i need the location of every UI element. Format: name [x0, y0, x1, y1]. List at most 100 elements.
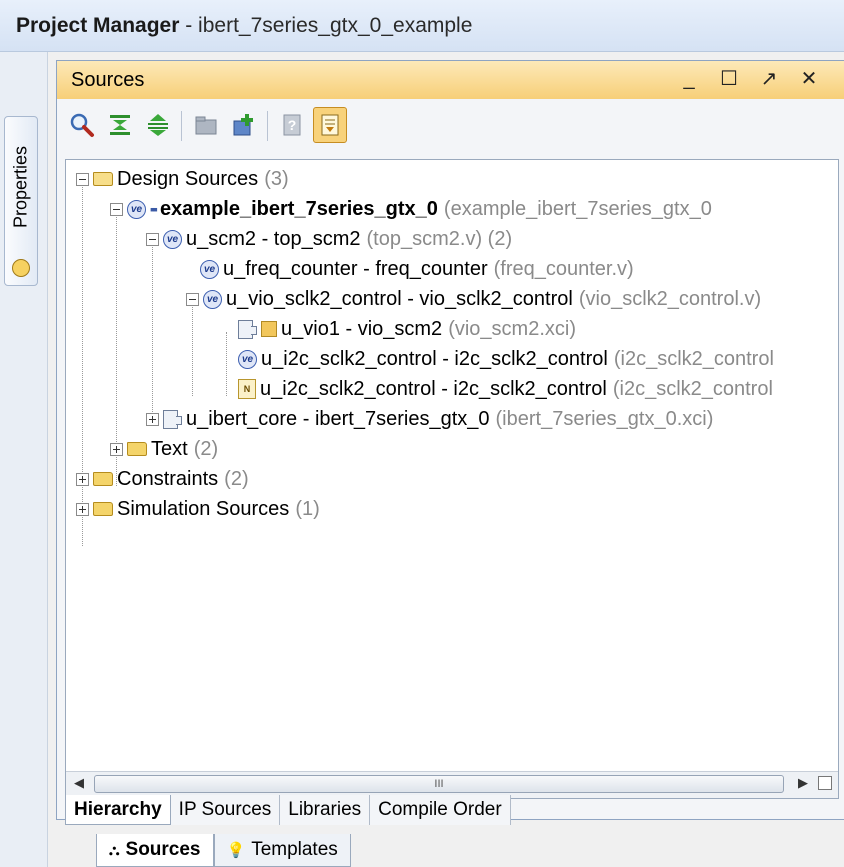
tree-row-label: u_i2c_sclk2_control - i2c_sclk2_control	[261, 347, 608, 370]
tab-hierarchy[interactable]: Hierarchy	[65, 795, 171, 825]
verilog-module-icon: ve	[200, 259, 219, 279]
scrollbar-thumb[interactable]: III	[94, 775, 784, 793]
top-module-icon: ▪▪	[150, 201, 158, 217]
ip-core-icon	[163, 409, 182, 429]
tab-ip-sources[interactable]: IP Sources	[170, 795, 281, 825]
left-side-strip: Properties	[0, 52, 48, 867]
tree-row-meta: (vio_sclk2_control.v)	[578, 287, 762, 310]
tree-row-meta: (ibert_7series_gtx_0.xci)	[495, 407, 714, 430]
window-title-bar: Project Manager - ibert_7series_gtx_0_ex…	[0, 0, 844, 52]
tree-row-label: u_vio_sclk2_control - vio_sclk2_control	[226, 287, 573, 310]
tree-row-u-freq-counter[interactable]: ve u_freq_counter - freq_counter (freq_c…	[200, 254, 634, 284]
scroll-left-arrow-icon[interactable]: ◀	[74, 775, 84, 791]
expand-toggle[interactable]	[110, 442, 123, 456]
folder-icon	[93, 472, 113, 486]
project-name: - ibert_7series_gtx_0_example	[179, 14, 473, 37]
scroll-right-arrow-icon[interactable]: ▶	[798, 775, 808, 791]
sources-tree[interactable]: Design Sources (3) ve ▪▪ example_ibert_7…	[65, 159, 839, 799]
xci-icon	[261, 321, 277, 337]
tab-libraries[interactable]: Libraries	[280, 795, 371, 825]
panel-window-controls: _ ☐ ↗ ✕	[678, 65, 820, 93]
tree-row-label: Constraints	[117, 467, 219, 490]
tree-row-u-vio-sclk2-control[interactable]: ve u_vio_sclk2_control - vio_sclk2_contr…	[186, 284, 761, 314]
tree-row-meta: (2)	[224, 467, 249, 490]
expand-toggle[interactable]	[76, 472, 89, 486]
add-sources-icon[interactable]	[227, 107, 261, 143]
verilog-module-icon: ve	[127, 199, 146, 219]
tab-templates[interactable]: 💡 Templates	[213, 834, 351, 867]
horizontal-scrollbar[interactable]: ◀ III ▶	[66, 771, 838, 798]
tree-row-label: u_scm2 - top_scm2	[186, 227, 361, 250]
tree-row-u-i2c-sclk2-control-netlist[interactable]: N u_i2c_sclk2_control - i2c_sclk2_contro…	[238, 374, 773, 404]
tab-templates-label: Templates	[251, 839, 338, 860]
scroll-corner-icon[interactable]	[818, 776, 832, 790]
tree-row-label: Design Sources	[117, 167, 259, 190]
tab-compile-order[interactable]: Compile Order	[370, 795, 511, 825]
properties-side-tab[interactable]: Properties	[4, 116, 38, 286]
maximize-button[interactable]: ☐	[718, 65, 740, 93]
expand-toggle[interactable]	[76, 502, 89, 516]
properties-icon	[12, 259, 30, 277]
tree-row-label: u_i2c_sclk2_control - i2c_sclk2_control	[260, 377, 607, 400]
search-icon[interactable]	[65, 107, 99, 143]
verilog-module-icon: ve	[203, 289, 222, 309]
netlist-file-icon: N	[238, 379, 256, 399]
collapse-toggle[interactable]	[76, 172, 89, 186]
folder-open-icon	[93, 172, 113, 186]
collapse-toggle[interactable]	[110, 202, 123, 216]
lightbulb-icon: 💡	[226, 842, 246, 859]
properties-tab-label: Properties	[10, 145, 31, 229]
tree-row-label: Text	[151, 437, 188, 460]
tree-row-label: example_ibert_7series_gtx_0	[159, 197, 438, 220]
sources-icon: ⛬	[109, 841, 120, 859]
folder-icon	[93, 502, 113, 516]
tree-row-label: u_ibert_core - ibert_7series_gtx_0	[186, 407, 490, 430]
minimize-button[interactable]: _	[678, 65, 700, 93]
tree-row-label: Simulation Sources	[117, 497, 290, 520]
tree-row-u-scm2[interactable]: ve u_scm2 - top_scm2 (top_scm2.v) (2)	[146, 224, 512, 254]
verilog-module-icon: ve	[238, 349, 257, 369]
sources-panel: Sources _ ☐ ↗ ✕ ? Design Sources (3) ve …	[56, 60, 844, 825]
folder-icon	[127, 442, 147, 456]
tree-row-meta: (vio_scm2.xci)	[448, 317, 576, 340]
tab-sources-label: Sources	[125, 839, 201, 860]
sources-toolbar: ?	[57, 99, 844, 155]
tab-sources[interactable]: ⛬ Sources	[96, 834, 214, 867]
tree-row-meta: (i2c_sclk2_control	[612, 377, 773, 400]
tree-row-u-ibert-core[interactable]: u_ibert_core - ibert_7series_gtx_0 (iber…	[146, 404, 713, 434]
help-icon[interactable]: ?	[275, 107, 309, 143]
expand-toggle[interactable]	[146, 412, 159, 426]
tree-row-meta: (1)	[295, 497, 320, 520]
tree-row-meta: (3)	[264, 167, 289, 190]
show-hierarchy-icon[interactable]	[313, 107, 347, 143]
ip-core-icon	[238, 319, 257, 339]
collapse-toggle[interactable]	[186, 292, 199, 306]
tree-row-top-module[interactable]: ve ▪▪ example_ibert_7series_gtx_0 (examp…	[110, 194, 712, 224]
float-button[interactable]: ↗	[758, 65, 780, 93]
svg-text:?: ?	[288, 117, 297, 133]
close-button[interactable]: ✕	[798, 65, 820, 93]
tree-row-simulation-sources[interactable]: Simulation Sources (1)	[76, 494, 320, 524]
expand-all-icon[interactable]	[141, 107, 175, 143]
tree-row-design-sources[interactable]: Design Sources (3)	[76, 164, 289, 194]
tree-row-constraints[interactable]: Constraints (2)	[76, 464, 249, 494]
collapse-toggle[interactable]	[146, 232, 159, 246]
tree-row-meta: (top_scm2.v) (2)	[366, 227, 513, 250]
tree-row-u-i2c-sclk2-control[interactable]: ve u_i2c_sclk2_control - i2c_sclk2_contr…	[238, 344, 774, 374]
collapse-all-icon[interactable]	[103, 107, 137, 143]
toolbar-separator	[181, 111, 182, 141]
tree-guide-line	[192, 302, 193, 396]
tree-row-meta: (example_ibert_7series_gtx_0	[443, 197, 712, 220]
toolbar-separator	[267, 111, 268, 141]
sources-panel-header: Sources _ ☐ ↗ ✕	[57, 61, 844, 100]
tree-row-u-vio1[interactable]: u_vio1 - vio_scm2 (vio_scm2.xci)	[238, 314, 576, 344]
window-title: Project Manager - ibert_7series_gtx_0_ex…	[16, 14, 472, 38]
verilog-module-icon: ve	[163, 229, 182, 249]
tree-row-meta: (freq_counter.v)	[493, 257, 634, 280]
tree-guide-line	[152, 242, 153, 426]
tree-row-text[interactable]: Text (2)	[110, 434, 218, 464]
tree-guide-line	[226, 332, 227, 396]
folder-open-icon[interactable]	[189, 107, 223, 143]
tree-row-label: u_freq_counter - freq_counter	[223, 257, 488, 280]
app-name: Project Manager	[16, 14, 180, 37]
